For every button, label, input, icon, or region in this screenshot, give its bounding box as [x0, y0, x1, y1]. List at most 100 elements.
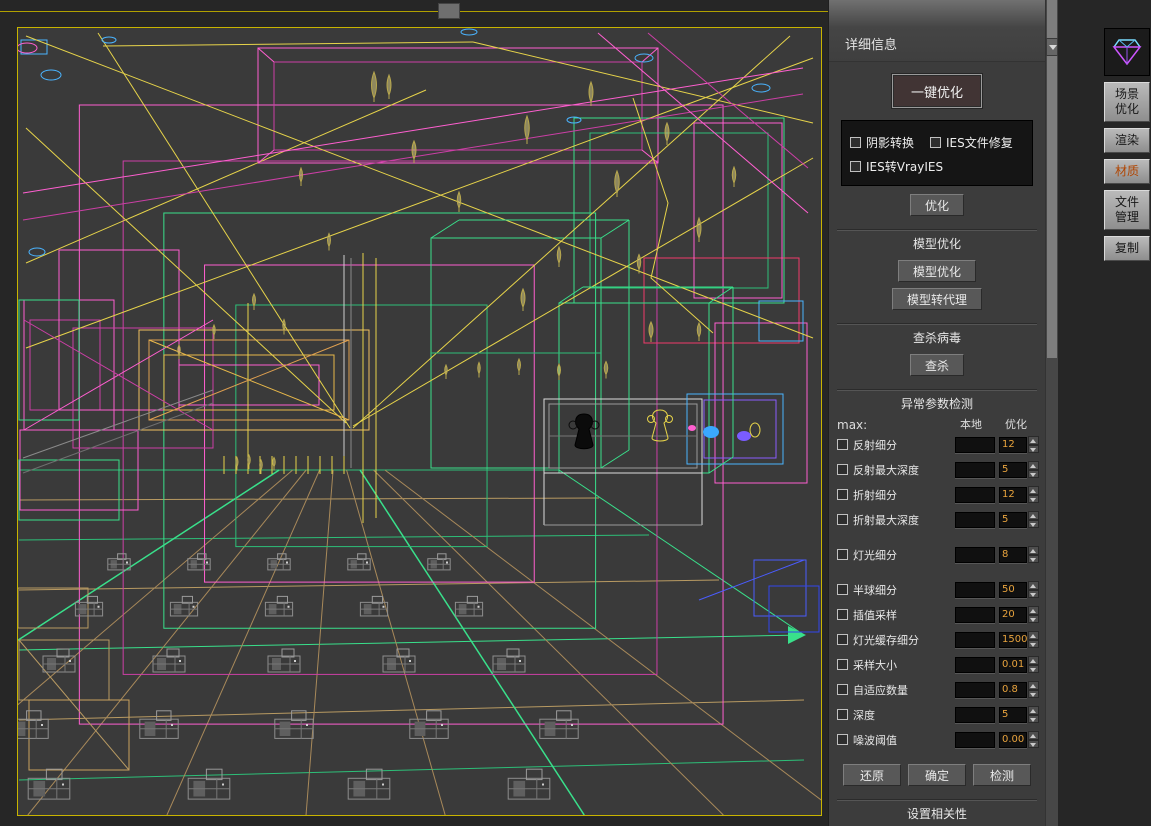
tab-material[interactable]: 材质: [1104, 159, 1150, 184]
spinner-down-icon[interactable]: [1028, 554, 1039, 563]
optimized-value-input[interactable]: 5: [999, 461, 1027, 478]
spinner-down-icon[interactable]: [1028, 494, 1039, 503]
spinner-up-icon[interactable]: [1028, 681, 1039, 690]
param-checkbox[interactable]: [837, 584, 848, 595]
value-spinner[interactable]: [1028, 706, 1039, 723]
spinner-up-icon[interactable]: [1028, 436, 1039, 445]
restore-button[interactable]: 还原: [843, 764, 901, 786]
panel-content: 一键优化 阴影转换 IES文件修复 IES转VrayIES 优化 模型优化 模型…: [829, 62, 1045, 826]
local-value-input[interactable]: [955, 631, 995, 648]
value-spinner[interactable]: [1028, 511, 1039, 528]
value-spinner[interactable]: [1028, 546, 1039, 563]
param-checkbox[interactable]: [837, 734, 848, 745]
value-spinner[interactable]: [1028, 681, 1039, 698]
ies-repair-checkbox[interactable]: [930, 137, 942, 148]
spinner-up-icon[interactable]: [1028, 656, 1039, 665]
checkbox-label: IES转VrayIES: [866, 160, 944, 174]
optimized-value-input[interactable]: 0.01: [999, 656, 1027, 673]
one-click-optimize-button[interactable]: 一键优化: [892, 74, 982, 108]
local-value-input[interactable]: [955, 436, 995, 453]
spinner-up-icon[interactable]: [1028, 706, 1039, 715]
panel-scrollbar[interactable]: [1045, 0, 1058, 826]
value-spinner[interactable]: [1028, 461, 1039, 478]
spinner-down-icon[interactable]: [1028, 664, 1039, 673]
optimized-value-input[interactable]: 50: [999, 581, 1027, 598]
spinner-up-icon[interactable]: [1028, 461, 1039, 470]
optimized-value-input[interactable]: 5: [999, 706, 1027, 723]
local-value-input[interactable]: [955, 681, 995, 698]
param-checkbox[interactable]: [837, 684, 848, 695]
optimized-value-input[interactable]: 1500: [999, 631, 1027, 648]
ies-convert-checkbox[interactable]: [850, 161, 861, 172]
shadow-convert-checkbox[interactable]: [850, 137, 861, 148]
local-value-input[interactable]: [955, 461, 995, 478]
tab-render[interactable]: 渲染: [1104, 128, 1150, 153]
spinner-down-icon[interactable]: [1028, 469, 1039, 478]
param-checkbox[interactable]: [837, 549, 848, 560]
viewport[interactable]: [17, 27, 822, 816]
spinner-down-icon[interactable]: [1028, 614, 1039, 623]
local-value-input[interactable]: [955, 581, 995, 598]
spinner-down-icon[interactable]: [1028, 689, 1039, 698]
model-to-proxy-button[interactable]: 模型转代理: [891, 288, 982, 310]
value-spinner[interactable]: [1028, 631, 1039, 648]
params-actions: 还原 确定 检测: [843, 764, 1031, 786]
local-value-input[interactable]: [955, 731, 995, 748]
detect-button[interactable]: 检测: [973, 764, 1031, 786]
local-value-input[interactable]: [955, 606, 995, 623]
optimized-value-input[interactable]: 0.8: [999, 681, 1027, 698]
optimized-value-input[interactable]: 12: [999, 486, 1027, 503]
optimize-button[interactable]: 优化: [909, 194, 964, 216]
optimized-value-input[interactable]: 20: [999, 606, 1027, 623]
spinner-up-icon[interactable]: [1028, 631, 1039, 640]
param-checkbox[interactable]: [837, 514, 848, 525]
tab-copy[interactable]: 复制: [1104, 236, 1150, 261]
local-value-input[interactable]: [955, 511, 995, 528]
local-value-input[interactable]: [955, 656, 995, 673]
local-value-input[interactable]: [955, 486, 995, 503]
virus-scan-button[interactable]: 查杀: [909, 354, 964, 376]
value-spinner[interactable]: [1028, 581, 1039, 598]
panel-title: 详细信息: [845, 38, 898, 53]
spinner-up-icon[interactable]: [1028, 486, 1039, 495]
spinner-down-icon[interactable]: [1028, 714, 1039, 723]
param-checkbox[interactable]: [837, 709, 848, 720]
value-spinner[interactable]: [1028, 486, 1039, 503]
confirm-button[interactable]: 确定: [908, 764, 966, 786]
param-checkbox[interactable]: [837, 659, 848, 670]
spinner-up-icon[interactable]: [1028, 546, 1039, 555]
optimized-value-input[interactable]: 8: [999, 546, 1027, 563]
spinner-down-icon[interactable]: [1028, 519, 1039, 528]
optimizer-panel: 详细信息 一键优化 阴影转换 IES文件修复 IES转VrayIES 优化 模型…: [828, 0, 1058, 826]
spinner-up-icon[interactable]: [1028, 731, 1039, 740]
tab-file-manage[interactable]: 文件 管理: [1104, 190, 1150, 230]
spinner-down-icon[interactable]: [1028, 739, 1039, 748]
spinner-down-icon[interactable]: [1028, 444, 1039, 453]
optimized-value-input[interactable]: 12: [999, 436, 1027, 453]
value-spinner[interactable]: [1028, 606, 1039, 623]
tab-scene-optimize[interactable]: 场景 优化: [1104, 82, 1150, 122]
param-checkbox[interactable]: [837, 489, 848, 500]
param-checkbox[interactable]: [837, 439, 848, 450]
param-row: 灯光缓存细分 1500: [837, 627, 1039, 652]
spinner-down-icon[interactable]: [1028, 589, 1039, 598]
spinner-up-icon[interactable]: [1028, 511, 1039, 520]
param-label: 折射细分: [853, 488, 897, 502]
local-value-input[interactable]: [955, 706, 995, 723]
chevron-down-icon[interactable]: [1046, 38, 1058, 56]
conversion-options-group: 阴影转换 IES文件修复 IES转VrayIES: [841, 120, 1033, 186]
local-value-input[interactable]: [955, 546, 995, 563]
optimized-value-input[interactable]: 5: [999, 511, 1027, 528]
spinner-up-icon[interactable]: [1028, 581, 1039, 590]
value-spinner[interactable]: [1028, 436, 1039, 453]
param-checkbox[interactable]: [837, 609, 848, 620]
spinner-up-icon[interactable]: [1028, 606, 1039, 615]
param-checkbox[interactable]: [837, 464, 848, 475]
app-logo-icon[interactable]: [1104, 28, 1150, 76]
spinner-down-icon[interactable]: [1028, 639, 1039, 648]
optimized-value-input[interactable]: 0.00: [999, 731, 1027, 748]
param-checkbox[interactable]: [837, 634, 848, 645]
model-optimize-button[interactable]: 模型优化: [897, 260, 976, 282]
value-spinner[interactable]: [1028, 656, 1039, 673]
value-spinner[interactable]: [1028, 731, 1039, 748]
